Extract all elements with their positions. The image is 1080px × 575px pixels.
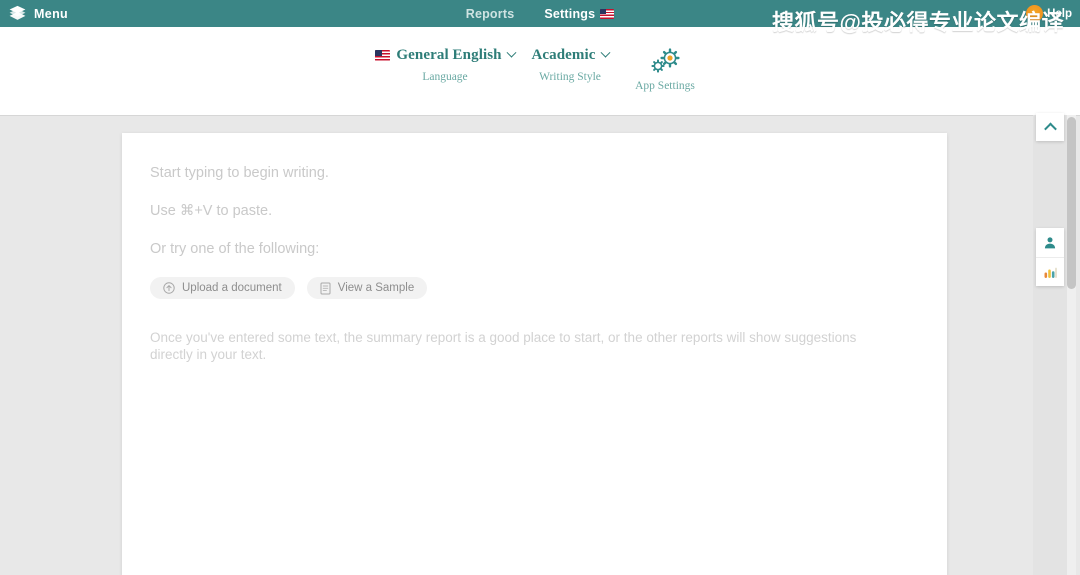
user-icon [1044, 236, 1056, 248]
gears-icon [651, 48, 680, 73]
view-a-sample-label: View a Sample [337, 282, 415, 295]
view-a-sample-button[interactable]: View a Sample [306, 277, 428, 300]
layers-logo-icon [9, 5, 26, 20]
writing-style-caption: Writing Style [539, 71, 601, 83]
editor-workspace: Start typing to begin writing. Use ⌘+V t… [0, 115, 1080, 575]
app-settings-caption: App Settings [635, 80, 695, 92]
collapse-panel-button[interactable] [1036, 113, 1064, 141]
tab-reports[interactable]: Reports [466, 0, 515, 27]
app-window: Menu Reports Settings Help 搜狐号@投必得专业论文编译… [0, 0, 1080, 575]
writing-style-value: Academic [531, 47, 596, 63]
chevron-up-icon [1043, 122, 1057, 135]
document-icon [320, 282, 331, 295]
upload-a-document-label: Upload a document [182, 282, 282, 295]
us-flag-icon [375, 50, 391, 61]
bar-chart-icon [1044, 267, 1057, 278]
tab-settings[interactable]: Settings [535, 0, 624, 30]
editor-footnote: Once you've entered some text, the summa… [150, 330, 857, 363]
language-value: General English [396, 47, 502, 63]
chevron-down-icon [600, 47, 611, 58]
language-title-row: General English [375, 47, 517, 64]
hint-line-2: Use ⌘+V to paste. [150, 203, 273, 220]
menu-button[interactable]: Menu [0, 5, 68, 22]
writing-style-selector[interactable]: Academic Writing Style [520, 47, 620, 83]
vertical-scrollbar-thumb[interactable] [1067, 117, 1076, 289]
writing-style-title-row: Academic [531, 47, 611, 64]
settings-subnav: General English Language Academic Writin… [0, 27, 1080, 115]
editor-placeholder-content: Start typing to begin writing. Use ⌘+V t… [122, 133, 947, 364]
right-rail-background [1033, 115, 1067, 575]
account-button[interactable] [1036, 228, 1064, 257]
upload-a-document-button[interactable]: Upload a document [150, 277, 295, 300]
document-editor[interactable]: Start typing to begin writing. Use ⌘+V t… [122, 133, 947, 575]
language-selector[interactable]: General English Language [370, 47, 520, 83]
menu-label: Menu [34, 6, 69, 21]
tab-reports-label: Reports [465, 6, 515, 21]
action-button-row: Upload a document View a Sample [150, 277, 919, 300]
language-caption: Language [422, 71, 468, 83]
us-flag-icon [600, 8, 615, 19]
upload-circle-icon [163, 282, 175, 294]
watermark-text: 搜狐号@投必得专业论文编译 [772, 10, 1064, 35]
tab-settings-label: Settings [544, 6, 596, 21]
hint-line-3: Or try one of the following: [150, 241, 320, 258]
app-settings-button[interactable]: App Settings [620, 47, 710, 92]
chevron-down-icon [506, 47, 517, 58]
statistics-button[interactable] [1036, 257, 1064, 286]
right-tool-rail [1036, 228, 1064, 286]
hint-line-1: Start typing to begin writing. [150, 165, 329, 181]
